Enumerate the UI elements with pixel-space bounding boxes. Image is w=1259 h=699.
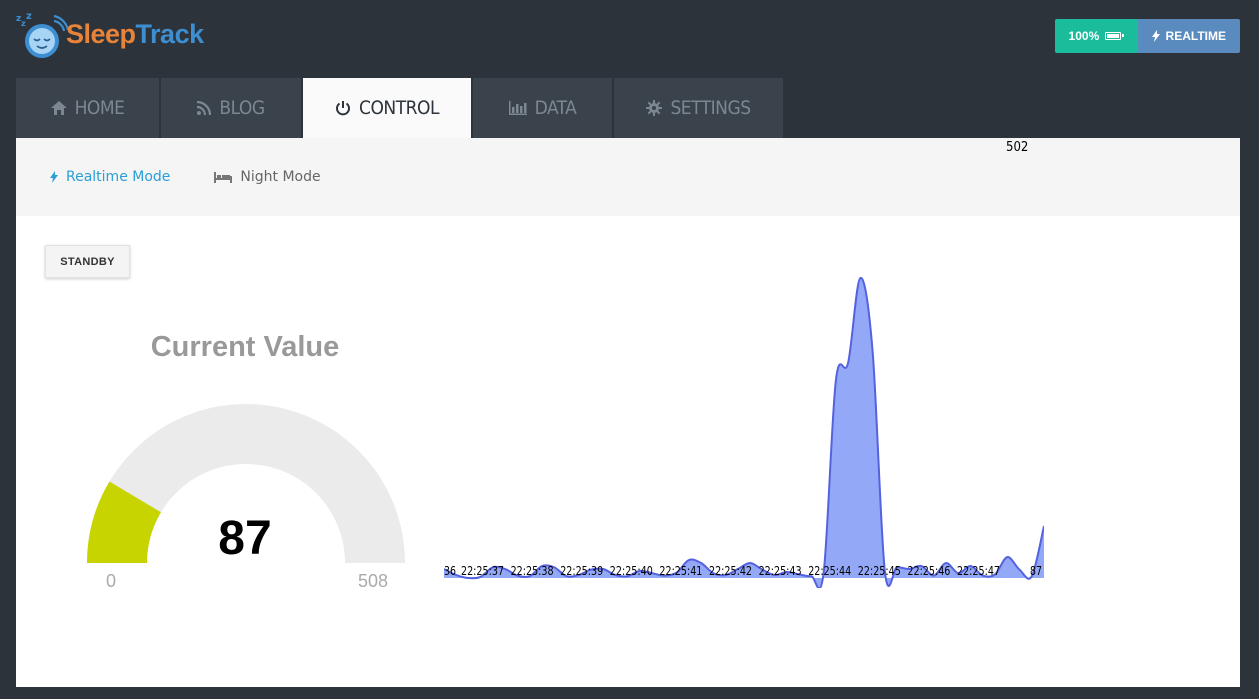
chart-x-tick-label: 36 (444, 564, 456, 578)
chart-last-value-label: 87 (1030, 564, 1042, 578)
chart-x-tick-label: 22:25:42 (709, 564, 752, 578)
battery-label: 100% (1068, 29, 1100, 43)
battery-status[interactable]: 100% (1054, 19, 1138, 53)
mode-subnav: Realtime Mode Night Mode (16, 138, 1240, 216)
bed-icon (214, 171, 233, 183)
tab-settings[interactable]: SETTINGS (614, 78, 783, 138)
tab-control[interactable]: CONTROL (303, 78, 471, 138)
tab-home[interactable]: HOME (16, 78, 159, 138)
realtime-area-chart: 36 22:25:37 22:25:38 22:25:39 22:25:40 22:25:… (444, 276, 1044, 588)
chart-x-tick-label: 22:25:44 (808, 564, 851, 578)
chart-x-tick-label: 22:25:45 (858, 564, 901, 578)
chart-area (444, 277, 1044, 588)
app-logo[interactable]: z z z SleepTrack (16, 6, 204, 62)
bolt-icon (1151, 30, 1160, 42)
power-icon (336, 101, 350, 116)
chart-x-tick-label: 22:25:47 (957, 564, 1000, 578)
app-name-part1: Sleep (66, 18, 136, 49)
chart-x-tick-label: 22:25:46 (907, 564, 950, 578)
rss-icon (197, 101, 212, 115)
realtime-status-button[interactable]: REALTIME (1137, 19, 1240, 53)
standby-button[interactable]: STANDBY (45, 245, 130, 278)
night-mode-link[interactable]: Night Mode (214, 169, 321, 185)
bar-chart-icon (508, 101, 527, 115)
app-name: SleepTrack (66, 19, 204, 50)
tab-blog[interactable]: BLOG (161, 78, 301, 138)
gauge-value: 87 (218, 512, 272, 565)
tab-data[interactable]: DATA (473, 78, 612, 138)
chart-line (444, 276, 1044, 588)
tab-home-label: HOME (74, 97, 125, 119)
night-mode-label: Night Mode (240, 169, 321, 185)
realtime-mode-label: Realtime Mode (66, 169, 171, 185)
chart-x-tick-label: 22:25:41 (659, 564, 702, 578)
tab-data-label: DATA (534, 97, 577, 119)
gauge-max: 508 (358, 571, 389, 591)
gauge-min: 0 (106, 571, 117, 591)
app-name-part2: Track (135, 18, 205, 49)
chart-x-tick-label: 22:25:40 (610, 564, 653, 578)
gear-icon (646, 100, 663, 116)
sleeping-face-icon: z z z (16, 11, 70, 58)
status-group: 100% REALTIME (1054, 19, 1240, 53)
chart-x-tick-label: 22:25:39 (560, 564, 603, 578)
main-tabs: HOME BLOG CONTROL DATA SETTINGS (16, 78, 785, 138)
chart-x-tick-label: 22:25:38 (511, 564, 554, 578)
battery-icon (1105, 32, 1125, 40)
realtime-label: REALTIME (1165, 29, 1226, 43)
home-icon (50, 101, 67, 115)
chart-x-tick-label: 22:25:37 (461, 564, 504, 578)
chart-max-label: 502 (1006, 140, 1029, 155)
chart-x-tick-label: 22:25:43 (759, 564, 802, 578)
control-panel: Realtime Mode Night Mode STANDBY Current… (16, 138, 1240, 687)
current-value-gauge: Current Value 87 0 508 (76, 323, 416, 603)
tab-control-label: CONTROL (359, 97, 439, 119)
bolt-icon (50, 171, 58, 183)
tab-blog-label: BLOG (219, 97, 265, 119)
svg-text:z: z (26, 11, 32, 22)
realtime-mode-link[interactable]: Realtime Mode (50, 169, 170, 185)
tab-settings-label: SETTINGS (670, 97, 751, 119)
